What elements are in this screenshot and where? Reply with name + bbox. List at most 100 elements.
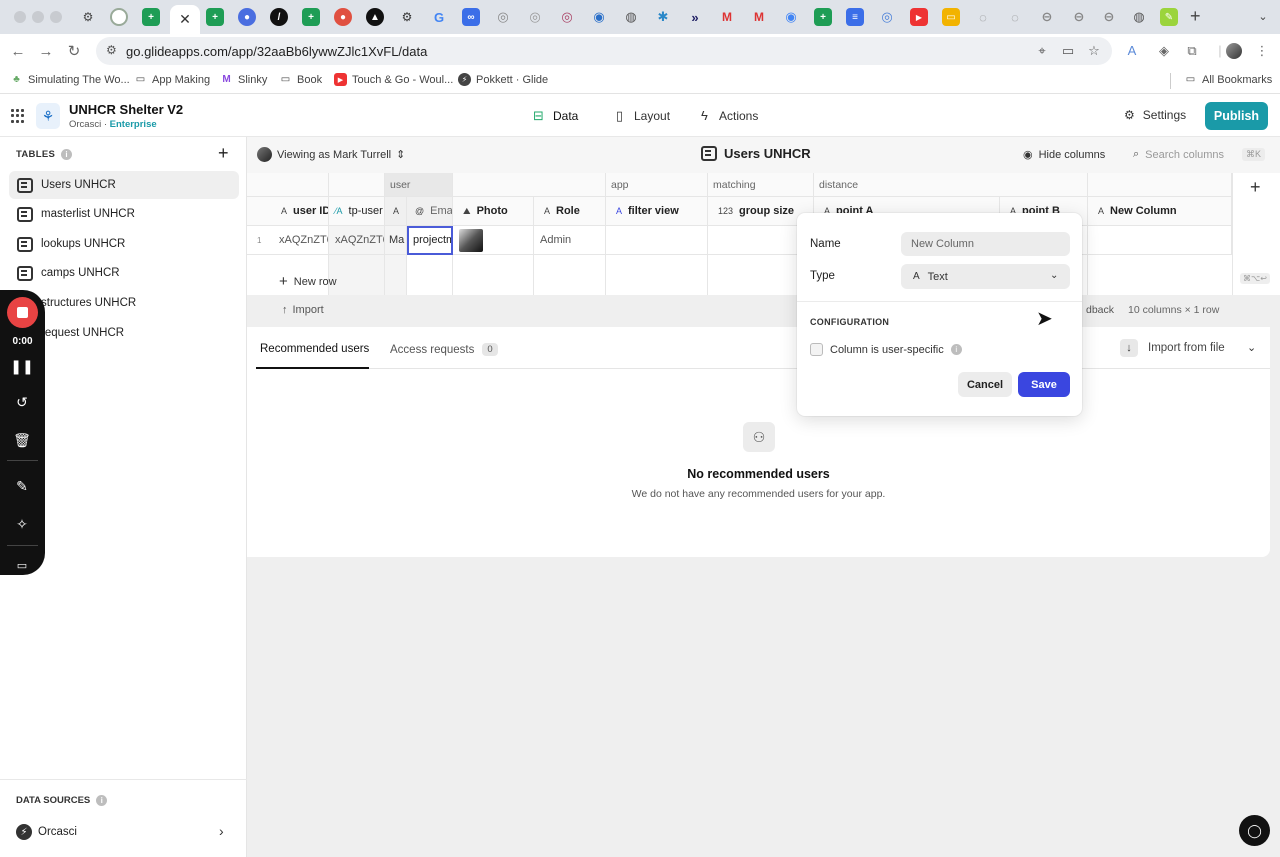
tab-glide-icon[interactable] [110,8,128,26]
stop-recording-button[interactable] [7,297,38,328]
tab-globe-icon[interactable]: ◎ [878,8,896,26]
tab-sheets-icon[interactable]: + [814,8,832,26]
column-role[interactable]: A Role [534,197,606,226]
group-header-user[interactable]: user [385,173,453,197]
feedback-link[interactable]: dback [1086,304,1114,316]
bookmark-item[interactable]: ♣ Simulating The Wo... [10,73,129,86]
extension-icon[interactable]: ◈ [1156,43,1172,59]
tab-sheets-icon[interactable]: + [206,8,224,26]
tab-recommended-users[interactable]: Recommended users [260,343,369,355]
chevron-down-icon[interactable]: ⌄ [1247,341,1256,354]
tab-triangle-icon[interactable]: ▲ [366,8,384,26]
column-new-column[interactable]: A New Column [1088,197,1232,226]
camera-icon[interactable]: ▭ [12,555,32,575]
group-header-app[interactable]: app [606,173,708,197]
new-row-button[interactable]: + New row [279,273,337,290]
chevron-right-icon[interactable]: › [219,823,224,839]
pen-icon[interactable]: ✎ [12,476,32,496]
tab-bug-icon[interactable]: ✱ [654,8,672,26]
active-tab[interactable]: ✕ [170,5,200,34]
cell-role[interactable]: Admin [534,226,606,255]
user-specific-checkbox[interactable] [810,343,823,356]
puzzle-icon[interactable]: ⧉ [1184,43,1200,59]
column-name[interactable]: A [385,197,407,226]
tab-slash-icon[interactable]: / [270,8,288,26]
tab-slides-icon[interactable]: ▭ [942,8,960,26]
translate-icon[interactable]: A [1124,43,1140,59]
nav-data[interactable]: ⊟ Data [531,108,578,123]
pause-icon[interactable]: ❚❚ [10,356,33,376]
tab-minus-icon[interactable]: ⊖ [1100,8,1118,26]
column-user-id[interactable]: Auser ID [247,197,329,226]
tab-facebook-icon[interactable]: ◉ [590,8,608,26]
forward-arrow-icon[interactable]: → [36,41,56,61]
column-filter-view[interactable]: Afilter view [606,197,708,226]
photo-thumbnail[interactable] [459,228,483,252]
cell-tp-user[interactable]: xAQZnZT6 [329,226,385,255]
nav-actions[interactable]: ϟ Actions [697,108,758,123]
tab-glide-icon[interactable]: ◎ [494,8,512,26]
back-arrow-icon[interactable]: ← [8,41,28,61]
restart-icon[interactable]: ↺ [12,392,32,412]
nav-layout[interactable]: ▯ Layout [612,108,670,123]
import-from-file-button[interactable]: ↓ Import from file [1120,339,1225,357]
tab-youtube-icon[interactable]: ▶ [910,8,928,26]
tab-globe-icon[interactable]: ◎ [526,8,544,26]
bookmark-star-icon[interactable]: ☆ [1086,43,1102,59]
tab-access-requests[interactable]: Access requests 0 [390,343,498,356]
cell-email[interactable]: projectm [407,226,453,255]
cell-name[interactable]: Ma [385,226,407,255]
trash-icon[interactable]: 🗑 [12,430,32,450]
column-name-input[interactable] [901,232,1070,256]
all-bookmarks[interactable]: ▭ All Bookmarks [1184,73,1273,86]
sidebar-item-lookups-unhcr[interactable]: lookups UNHCR [9,230,239,258]
effects-icon[interactable]: ✧ [12,514,32,534]
bookmark-item[interactable]: M Slinky [220,73,267,86]
save-button[interactable]: Save [1018,372,1070,397]
sidebar-item-masterlist-unhcr[interactable]: masterlist UNHCR [9,200,239,228]
tab-search-button[interactable]: ⌄ [1254,6,1272,26]
column-photo[interactable]: ⛰ Photo [453,197,534,226]
bookmark-folder[interactable]: ▭ Book [279,73,322,86]
app-grid-icon[interactable] [11,109,25,123]
viewing-as-dropdown[interactable]: Viewing as Mark Turrell ⇕ [257,147,405,162]
add-column-plus-icon[interactable]: + [1250,177,1261,198]
cancel-button[interactable]: Cancel [958,372,1012,397]
profile-avatar[interactable] [1226,43,1242,59]
search-columns[interactable]: ⌕ Search columns [1133,148,1224,161]
new-tab-button[interactable]: + [1190,6,1201,27]
tab-openai-icon[interactable]: ⚙ [398,8,416,26]
address-bar[interactable]: ⚙ go.glideapps.com/app/32aaBb6lywwZJlc1X… [96,37,1112,65]
publish-button[interactable]: Publish [1205,102,1268,130]
sidebar-item-camps-unhcr[interactable]: camps UNHCR [9,259,239,287]
tab-loading-icon[interactable]: ◌ [1006,8,1024,26]
window-minimize-button[interactable] [32,11,44,23]
tab-minus-icon[interactable]: ⊖ [1038,8,1056,26]
cell-new-column[interactable] [1088,226,1232,255]
settings-button[interactable]: ⚙ Settings [1124,108,1186,122]
info-icon[interactable]: i [96,795,108,806]
tab-record-icon[interactable]: ● [334,8,352,26]
column-email[interactable]: @ Email [407,197,453,226]
tab-app-icon[interactable]: ● [238,8,256,26]
hide-columns-button[interactable]: ◉ Hide columns [1023,148,1105,162]
search-columns-placeholder[interactable]: Search columns [1145,149,1224,161]
info-icon[interactable]: i [61,149,73,160]
cell-photo[interactable] [453,226,534,255]
tab-link-icon[interactable]: ∞ [462,8,480,26]
tab-chrome-icon[interactable]: ◉ [782,8,800,26]
tab-close-icon[interactable]: ✕ [179,11,191,28]
cell-filter-view[interactable] [606,226,708,255]
kebab-menu-icon[interactable]: ⋮ [1254,43,1270,59]
bookmark-folder[interactable]: ▭ App Making [134,73,210,86]
reload-icon[interactable]: ↻ [64,41,84,61]
sidebar-item-users-unhcr[interactable]: Users UNHCR [9,171,239,199]
add-table-icon[interactable]: + [218,143,234,164]
tab-globe-icon[interactable]: ◍ [1130,8,1148,26]
column-type-select[interactable]: A Text ⌄ [901,264,1070,289]
bookmark-item[interactable]: ▶ Touch & Go - Woul... [334,73,453,86]
tab-note-icon[interactable]: ✎ [1160,8,1178,26]
column-tp-user[interactable]: ⁄A tp-user [329,197,385,226]
bookmark-item[interactable]: ⚡ Pokkett · Glide [458,73,548,86]
group-header-distance[interactable]: distance [814,173,1088,197]
